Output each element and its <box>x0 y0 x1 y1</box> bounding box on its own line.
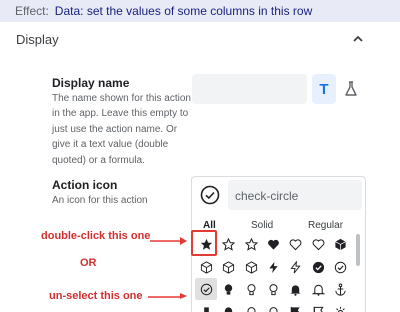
lightbulb-outline-icon[interactable] <box>262 301 284 312</box>
effect-summary-bar: Effect: Data: set the values of some col… <box>0 0 400 22</box>
chevron-up-icon[interactable] <box>352 34 364 44</box>
tab-regular[interactable]: Regular <box>308 220 343 231</box>
star-outline-icon[interactable] <box>217 233 239 255</box>
flask-icon <box>345 81 357 96</box>
icon-search-input[interactable]: check-circle <box>228 180 362 210</box>
action-icon-help: An icon for this action <box>52 195 148 206</box>
heart-solid-icon[interactable] <box>262 233 284 255</box>
cube-outline-icon[interactable] <box>217 256 239 278</box>
bolt-solid-icon[interactable] <box>262 256 284 278</box>
check-circle-solid-icon[interactable] <box>307 256 329 278</box>
section-title: Display <box>16 32 59 47</box>
cube-outline-icon[interactable] <box>195 256 217 278</box>
tab-solid[interactable]: Solid <box>251 220 273 231</box>
lightbulb-outline-icon[interactable] <box>262 278 284 300</box>
arrow-right-icon <box>150 237 187 245</box>
lightbulb-outline-icon[interactable] <box>240 278 262 300</box>
cube-solid-icon[interactable] <box>329 233 351 255</box>
unselect-annotation: un-select this one <box>49 290 143 302</box>
or-annotation: OR <box>80 257 97 269</box>
effect-label: Effect: <box>15 4 49 18</box>
check-circle-icon <box>200 185 220 205</box>
icon-grid-scrollbar[interactable] <box>356 234 360 266</box>
icon-picker: check-circle All Solid Regular <box>191 176 366 312</box>
double-click-highlight <box>191 230 217 256</box>
flag-icon[interactable] <box>284 301 306 312</box>
bell-outline-icon[interactable] <box>307 278 329 300</box>
cube-outline-icon[interactable] <box>240 256 262 278</box>
heart-outline-icon[interactable] <box>307 233 329 255</box>
display-name-title: Display name <box>52 76 130 90</box>
cubes-icon[interactable] <box>195 301 217 312</box>
anchor-icon[interactable] <box>329 278 351 300</box>
arrow-right-icon <box>148 293 187 299</box>
bell-solid-icon[interactable] <box>284 278 306 300</box>
flag-outline-icon[interactable] <box>307 301 329 312</box>
check-circle-outline-icon[interactable] <box>195 278 217 300</box>
lightbulb-outline-icon[interactable] <box>240 301 262 312</box>
display-name-input[interactable] <box>192 74 307 104</box>
double-click-annotation: double-click this one <box>41 230 151 242</box>
bolt-outline-icon[interactable] <box>284 256 306 278</box>
action-icon-title: Action icon <box>52 178 118 192</box>
display-name-help: The name shown for this action in the ap… <box>52 93 191 166</box>
text-mode-button[interactable]: T <box>312 74 336 104</box>
check-circle-outline-icon[interactable] <box>329 256 351 278</box>
formula-button[interactable] <box>338 74 364 104</box>
lightbulb-solid-icon[interactable] <box>217 301 239 312</box>
settings-icon[interactable] <box>329 301 351 312</box>
star-outline-icon[interactable] <box>240 233 262 255</box>
effect-value: Data: set the values of some columns in … <box>54 4 313 18</box>
lightbulb-solid-icon[interactable] <box>217 278 239 300</box>
heart-outline-icon[interactable] <box>284 233 306 255</box>
